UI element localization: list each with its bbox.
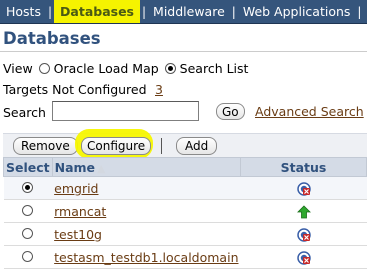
databases-table: Select Name ▲ Status emgrid rmancat test…: [3, 157, 367, 269]
search-input[interactable]: [52, 101, 199, 121]
table-toolbar: Remove Configure Add: [3, 129, 367, 159]
target-name-link[interactable]: testasm_testdb1.localdomain: [54, 250, 238, 265]
metric-collection-error-icon[interactable]: [296, 251, 311, 265]
table-row: testasm_testdb1.localdomain: [3, 245, 367, 269]
column-header-name[interactable]: Name ▲: [51, 157, 242, 177]
toolbar-separator: [161, 138, 162, 154]
row-select-radio[interactable]: [22, 250, 34, 262]
table-row: test10g: [3, 222, 367, 246]
metric-collection-error-icon[interactable]: [296, 182, 311, 196]
view-label: View: [3, 60, 33, 76]
column-header-name-label: Name: [54, 159, 96, 175]
configure-button[interactable]: Configure: [81, 137, 152, 155]
table-row: emgrid: [3, 176, 367, 200]
target-name-link[interactable]: emgrid: [54, 181, 98, 196]
advanced-search-link[interactable]: Advanced Search: [255, 104, 364, 119]
targets-not-configured-count-link[interactable]: 3: [155, 82, 163, 97]
tab-separator: |: [47, 4, 53, 19]
view-selector: View Oracle Load Map Search List: [3, 59, 248, 77]
column-header-select: Select: [3, 157, 53, 177]
search-list-label: Search List: [179, 60, 249, 76]
tab-hosts[interactable]: Hosts: [0, 0, 47, 23]
row-select-radio[interactable]: [22, 204, 34, 216]
tab-databases[interactable]: Databases: [54, 0, 140, 23]
title-divider: [0, 51, 367, 52]
target-name-link[interactable]: rmancat: [54, 204, 106, 219]
tab-middleware[interactable]: Middleware: [147, 0, 231, 23]
targets-not-configured: Targets Not Configured 3: [3, 80, 303, 98]
remove-button[interactable]: Remove: [13, 137, 78, 155]
table-row: rmancat: [3, 199, 367, 223]
radio-oracle-load-map[interactable]: [38, 62, 50, 74]
top-nav-bar: Hosts | Databases | Middleware | Web App…: [0, 0, 367, 24]
page-title: Databases: [3, 29, 101, 48]
radio-search-list[interactable]: [164, 62, 176, 74]
target-name-link[interactable]: test10g: [54, 227, 102, 242]
search-label: Search: [3, 104, 46, 120]
add-button[interactable]: Add: [176, 137, 218, 155]
column-header-status: Status: [240, 157, 367, 177]
targets-not-configured-label: Targets Not Configured: [3, 81, 147, 97]
metric-collection-error-icon[interactable]: [296, 228, 311, 242]
up-arrow-icon[interactable]: [296, 205, 311, 219]
tab-web-applications[interactable]: Web Applications: [237, 0, 357, 23]
sort-ascending-icon: ▲: [97, 161, 106, 175]
tab-truncated[interactable]: S: [362, 0, 367, 23]
row-select-radio[interactable]: [22, 181, 34, 193]
go-button[interactable]: Go: [216, 103, 245, 120]
search-bar: Search Go Advanced Search: [3, 101, 364, 123]
oracle-load-map-label: Oracle Load Map: [53, 60, 159, 76]
row-select-radio[interactable]: [22, 227, 34, 239]
